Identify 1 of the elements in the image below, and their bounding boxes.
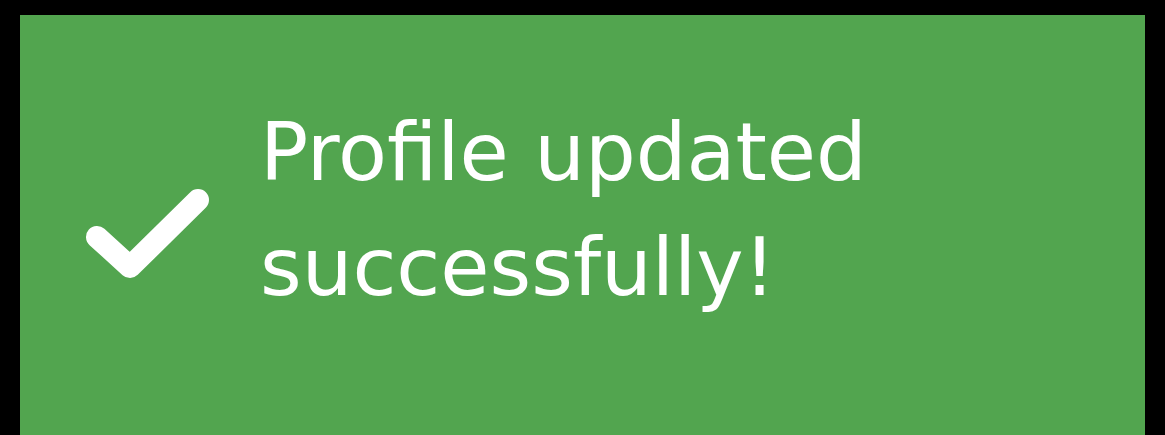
toast-message: Profile updated successfully! [260, 105, 868, 316]
